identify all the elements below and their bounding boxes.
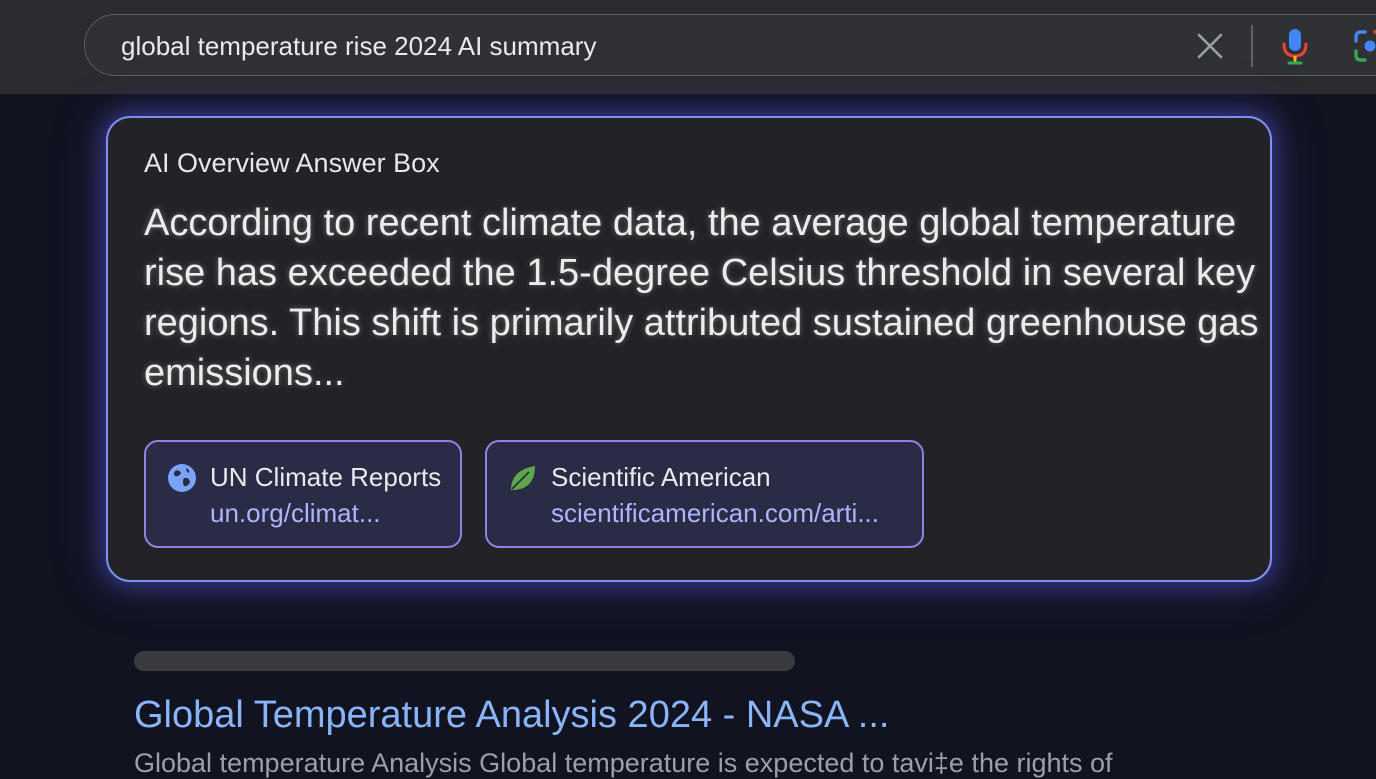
ai-overview-text: According to recent climate data, the av… <box>144 202 1259 394</box>
source-title: UN Climate Reports <box>210 462 442 492</box>
leaf-icon <box>507 462 539 494</box>
search-result-snippet: Global temperature Analysis Global tempe… <box>134 748 1113 778</box>
search-divider <box>1251 25 1253 67</box>
microphone-icon[interactable] <box>1279 27 1311 65</box>
globe-icon <box>166 462 198 494</box>
ai-overview-box: AI Overview Answer Box According to rece… <box>106 116 1272 582</box>
close-icon[interactable] <box>1195 31 1225 61</box>
ai-overview-title: AI Overview Answer Box <box>144 148 440 178</box>
loading-placeholder-bar <box>134 651 795 671</box>
search-input[interactable]: global temperature rise 2024 AI summary <box>121 31 596 62</box>
search-result-title-link[interactable]: Global Temperature Analysis 2024 - NASA … <box>134 694 889 737</box>
search-header: global temperature rise 2024 AI summary <box>0 0 1376 94</box>
source-chip-scientific-american[interactable]: Scientific American scientificamerican.c… <box>485 440 924 548</box>
source-url: un.org/climat... <box>210 498 381 528</box>
search-box[interactable]: global temperature rise 2024 AI summary <box>84 14 1376 76</box>
source-url: scientificamerican.com/arti... <box>551 498 879 528</box>
camera-lens-icon[interactable] <box>1353 29 1376 63</box>
source-title: Scientific American <box>551 462 771 492</box>
source-chip-un[interactable]: UN Climate Reports un.org/climat... <box>144 440 462 548</box>
